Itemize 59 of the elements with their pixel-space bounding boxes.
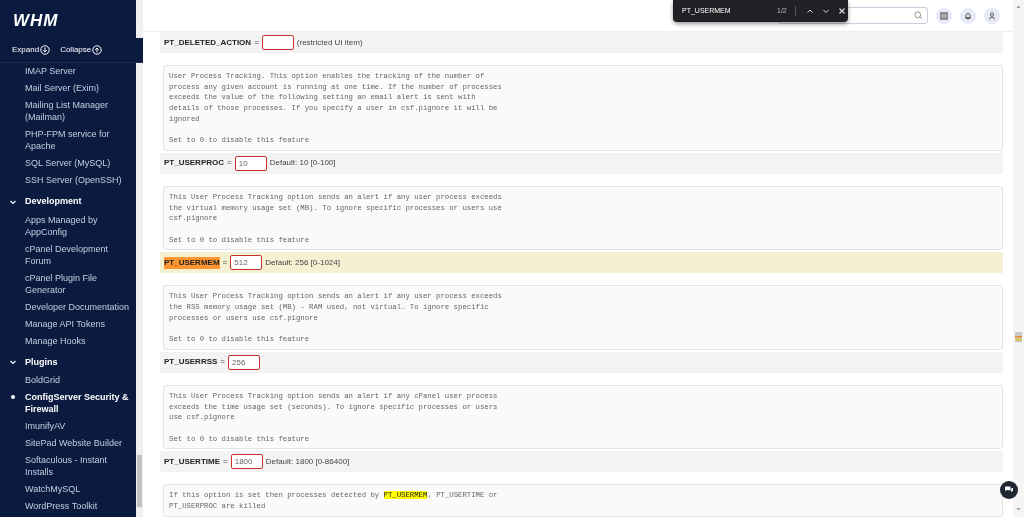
equals-sign: =	[220, 356, 226, 369]
expand-link[interactable]: Expand	[12, 44, 51, 56]
sidebar-item[interactable]: SitePad Website Builder	[0, 435, 131, 452]
sidebar-item[interactable]: WatchMySQL	[0, 481, 131, 498]
bell-icon	[964, 11, 972, 20]
sidebar-item[interactable]: Developer Documentation	[0, 298, 131, 316]
chevron-up-icon	[805, 7, 814, 15]
option-note: Default: 10 [0-100]	[269, 157, 336, 170]
list-icon	[940, 11, 948, 20]
close-icon	[837, 7, 846, 15]
option-note: (restricted UI item)	[296, 36, 363, 49]
option-input[interactable]: 10	[234, 155, 267, 171]
notifications-button[interactable]	[960, 7, 976, 24]
sidebar-item[interactable]: IMAP Server	[0, 63, 131, 80]
list-button[interactable]	[936, 7, 952, 24]
sidebar-item[interactable]: SSH Server (OpenSSH)	[0, 172, 131, 189]
chat-button[interactable]	[1000, 481, 1018, 499]
option-name: PT_USERPROC	[164, 157, 224, 170]
sidebar-section-header[interactable]: Plugins	[0, 349, 131, 372]
sidebar-item[interactable]: cPanel Plugin File Generator	[0, 269, 131, 299]
option-name: PT_USERTIME	[164, 455, 220, 468]
sidebar-item[interactable]: ImunifyAV	[0, 418, 131, 435]
chevron-down-icon	[8, 358, 17, 367]
option-input[interactable]	[261, 35, 294, 50]
user-button[interactable]	[984, 7, 1000, 24]
sidebar-item[interactable]: SQL Server (MySQL)	[0, 155, 131, 172]
sidebar-item[interactable]: Manage Hooks	[0, 332, 131, 350]
option-input[interactable]: 1800	[230, 454, 263, 470]
collapse-link[interactable]: Collapse	[60, 44, 103, 56]
equals-sign: =	[227, 157, 232, 170]
chevron-down-icon	[821, 7, 830, 15]
sidebar-item[interactable]: WordPress Toolkit	[0, 498, 131, 515]
option-name: PT_USERMEM	[164, 256, 220, 269]
sidebar-item[interactable]: ConfigServer Security & Firewall	[0, 389, 131, 418]
sidebar-section-header[interactable]: Development	[0, 189, 131, 212]
chat-bubbles-icon	[1004, 485, 1014, 495]
option-input[interactable]: 512	[230, 255, 263, 271]
sidebar-item[interactable]: PHP-FPM service for Apache	[0, 126, 131, 155]
down-arrow-circle-icon	[40, 45, 51, 55]
whm-logo: WHM	[12, 10, 60, 32]
sidebar-item[interactable]: Softaculous - Instant Installs	[0, 452, 131, 481]
sidebar-item[interactable]: Mailing List Manager (Mailman)	[0, 97, 131, 126]
sidebar-item[interactable]: BoldGrid	[0, 372, 131, 389]
sidebar-item[interactable]: Mail Server (Exim)	[0, 80, 131, 97]
option-input[interactable]: 256	[228, 354, 261, 370]
sidebar-item[interactable]: Apps Managed by AppConfig	[0, 211, 131, 241]
option-name: PT_USERRSS	[164, 356, 218, 369]
up-arrow-circle-icon	[92, 45, 103, 55]
equals-sign: =	[223, 455, 228, 468]
search-icon	[914, 11, 923, 20]
bullet-icon	[10, 395, 15, 399]
sidebar-item[interactable]: Manage API Tokens	[0, 315, 131, 333]
equals-sign: =	[222, 256, 228, 269]
option-note: Default: 256 [0-1024]	[265, 256, 340, 269]
option-note: Default: 1800 [0-86400]	[265, 455, 350, 468]
equals-sign: =	[254, 36, 259, 49]
option-name: PT_DELETED_ACTION	[164, 36, 252, 49]
user-icon	[988, 11, 996, 20]
sidebar-item[interactable]: cPanel Development Forum	[0, 240, 131, 270]
